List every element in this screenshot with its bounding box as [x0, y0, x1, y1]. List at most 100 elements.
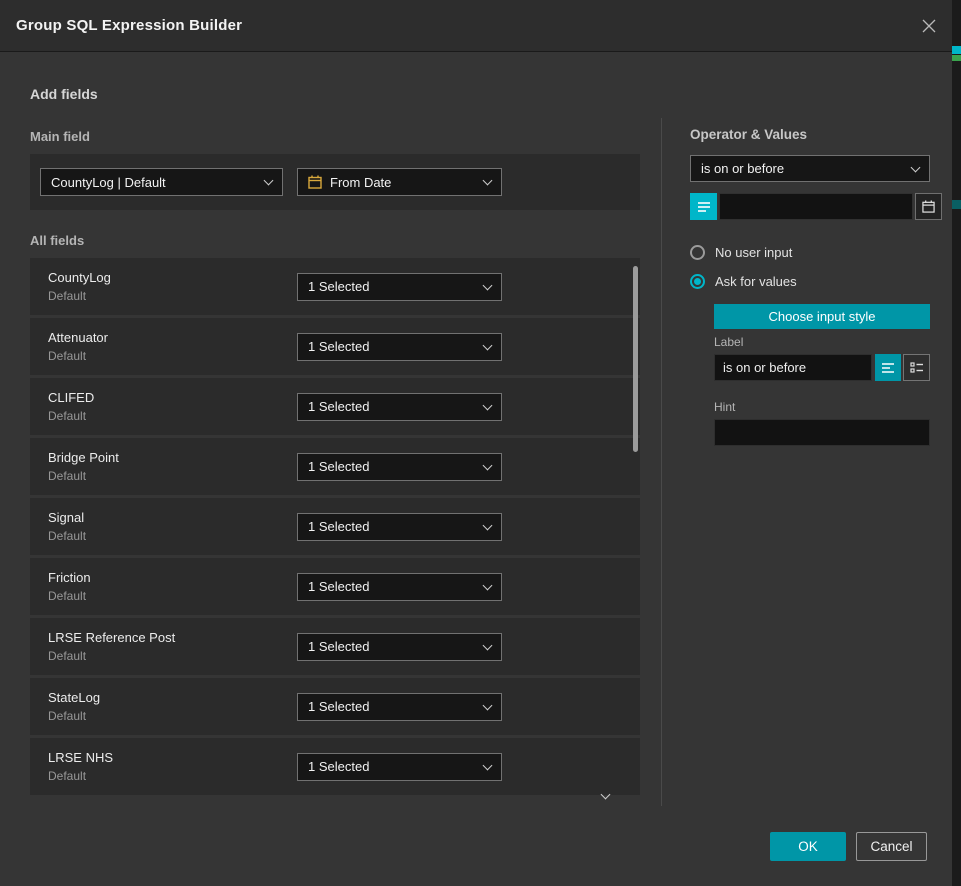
main-field-dropdown[interactable]: From Date: [297, 168, 502, 196]
field-name: LRSE NHS: [48, 750, 297, 765]
field-sublabel: Default: [48, 289, 297, 303]
field-values-dropdown[interactable]: 1 Selected: [297, 573, 502, 601]
chevron-down-icon: [483, 580, 493, 590]
hint-caption: Hint: [714, 400, 735, 414]
field-values-dropdown[interactable]: 1 Selected: [297, 753, 502, 781]
list-style-button[interactable]: [903, 354, 930, 381]
chevron-down-icon: [483, 280, 493, 290]
operator-values-heading: Operator & Values: [690, 127, 807, 142]
ok-button[interactable]: OK: [770, 832, 846, 861]
chevron-down-icon: [483, 460, 493, 470]
main-field-label: Main field: [30, 129, 90, 144]
date-value-input[interactable]: [719, 193, 913, 220]
dialog-title: Group SQL Expression Builder: [0, 17, 242, 34]
field-row: CLIFED Default 1 Selected: [30, 378, 640, 435]
field-values-dropdown[interactable]: 1 Selected: [297, 333, 502, 361]
layer-dropdown[interactable]: CountyLog | Default: [40, 168, 283, 196]
radio-selected-icon: [690, 274, 705, 289]
field-sublabel: Default: [48, 349, 297, 363]
main-field-panel: CountyLog | Default From Date: [30, 154, 640, 210]
calendar-icon: [922, 200, 935, 213]
screenshot-stage: Group SQL Expression Builder Add fields …: [0, 0, 961, 886]
field-values-dropdown[interactable]: 1 Selected: [297, 393, 502, 421]
layer-dropdown-value: CountyLog | Default: [51, 175, 166, 190]
label-input[interactable]: [714, 354, 872, 381]
hint-input[interactable]: [714, 419, 930, 446]
dropdown-value: 1 Selected: [308, 519, 369, 534]
field-name: CLIFED: [48, 390, 297, 405]
radio-no-user-input[interactable]: No user input: [690, 245, 792, 260]
radio-label: Ask for values: [715, 274, 797, 289]
dropdown-value: 1 Selected: [308, 699, 369, 714]
value-input-row: [690, 193, 930, 220]
field-row: Attenuator Default 1 Selected: [30, 318, 640, 375]
radio-label: No user input: [715, 245, 792, 260]
add-fields-heading: Add fields: [30, 86, 98, 102]
dialog-header: Group SQL Expression Builder: [0, 0, 952, 52]
single-line-style-button[interactable]: [875, 354, 901, 381]
field-sublabel: Default: [48, 769, 297, 783]
chevron-down-icon: [483, 640, 493, 650]
field-sublabel: Default: [48, 529, 297, 543]
field-row: Signal Default 1 Selected: [30, 498, 640, 555]
dropdown-value: 1 Selected: [308, 279, 369, 294]
chevron-down-icon: [483, 700, 493, 710]
scroll-down-icon[interactable]: [602, 794, 609, 798]
cancel-button[interactable]: Cancel: [856, 832, 927, 861]
dropdown-value: 1 Selected: [308, 459, 369, 474]
chevron-down-icon: [483, 520, 493, 530]
operator-dropdown-value: is on or before: [701, 161, 784, 176]
column-divider: [661, 118, 662, 806]
field-row: CountyLog Default 1 Selected: [30, 258, 640, 315]
dropdown-value: 1 Selected: [308, 399, 369, 414]
field-name: CountyLog: [48, 270, 297, 285]
chevron-down-icon: [483, 760, 493, 770]
page-edge-strip: [952, 0, 961, 886]
choose-input-style-button[interactable]: Choose input style: [714, 304, 930, 329]
close-button[interactable]: [920, 17, 938, 35]
field-name: StateLog: [48, 690, 297, 705]
field-values-dropdown[interactable]: 1 Selected: [297, 633, 502, 661]
field-name: Bridge Point: [48, 450, 297, 465]
chevron-down-icon: [264, 176, 274, 186]
dropdown-value: 1 Selected: [308, 639, 369, 654]
field-name: LRSE Reference Post: [48, 630, 297, 645]
field-sublabel: Default: [48, 409, 297, 423]
chevron-down-icon: [911, 162, 921, 172]
edge-fragment: [952, 46, 961, 54]
field-sublabel: Default: [48, 469, 297, 483]
field-row: Bridge Point Default 1 Selected: [30, 438, 640, 495]
date-picker-button[interactable]: [915, 193, 942, 220]
field-values-dropdown[interactable]: 1 Selected: [297, 273, 502, 301]
radio-ask-for-values[interactable]: Ask for values: [690, 274, 797, 289]
field-row: StateLog Default 1 Selected: [30, 678, 640, 735]
dropdown-value: 1 Selected: [308, 579, 369, 594]
edge-fragment: [952, 55, 961, 61]
field-name: Signal: [48, 510, 297, 525]
radio-icon: [690, 245, 705, 260]
field-values-dropdown[interactable]: 1 Selected: [297, 693, 502, 721]
edge-fragment: [952, 200, 961, 209]
all-fields-list: CountyLog Default 1 Selected Attenuator …: [30, 258, 640, 798]
chevron-down-icon: [483, 176, 493, 186]
list-scrollbar[interactable]: [633, 266, 638, 452]
field-sublabel: Default: [48, 649, 297, 663]
field-values-dropdown[interactable]: 1 Selected: [297, 453, 502, 481]
main-field-dropdown-value: From Date: [330, 175, 391, 190]
dropdown-value: 1 Selected: [308, 339, 369, 354]
chevron-down-icon: [483, 400, 493, 410]
field-name: Attenuator: [48, 330, 297, 345]
operator-dropdown[interactable]: is on or before: [690, 155, 930, 182]
field-sublabel: Default: [48, 589, 297, 603]
field-name: Friction: [48, 570, 297, 585]
date-input-mode-button[interactable]: [690, 193, 717, 220]
input-lines-icon: [697, 201, 711, 213]
close-icon: [921, 18, 937, 34]
group-sql-expression-builder-dialog: Group SQL Expression Builder Add fields …: [0, 0, 952, 886]
field-row: LRSE NHS Default 1 Selected: [30, 738, 640, 795]
all-fields-label: All fields: [30, 233, 84, 248]
field-row: Friction Default 1 Selected: [30, 558, 640, 615]
list-icon: [910, 362, 924, 374]
field-row: LRSE Reference Post Default 1 Selected: [30, 618, 640, 675]
field-values-dropdown[interactable]: 1 Selected: [297, 513, 502, 541]
